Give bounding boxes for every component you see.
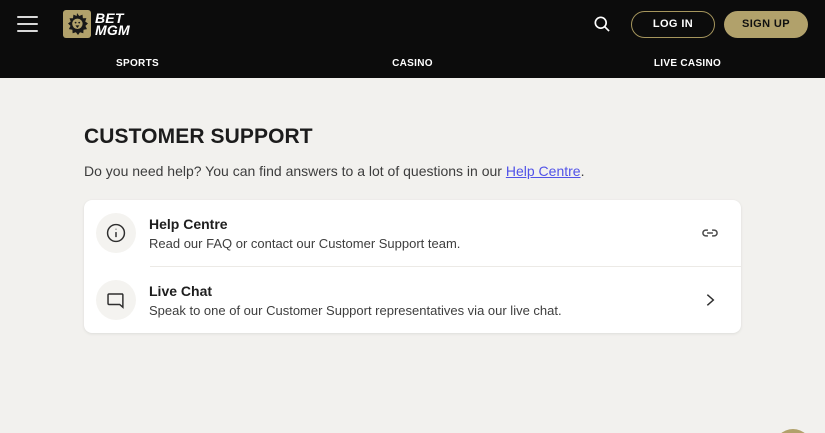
help-centre-description: Read our FAQ or contact our Customer Sup… (149, 235, 461, 251)
help-centre-row[interactable]: Help Centre Read our FAQ or contact our … (84, 200, 741, 266)
live-chat-text: Live Chat Speak to one of our Customer S… (149, 283, 699, 318)
page-title: CUSTOMER SUPPORT (84, 125, 313, 148)
login-button[interactable]: LOG IN (631, 10, 715, 38)
help-centre-title: Help Centre (149, 215, 228, 232)
live-chat-row[interactable]: Live Chat Speak to one of our Customer S… (84, 267, 741, 333)
top-header: BET MGM LOG IN SIGN UP SPORTS CASINO LIV… (0, 0, 825, 78)
nav-item-live-casino[interactable]: LIVE CASINO (550, 58, 825, 69)
floating-chat-button[interactable] (774, 429, 812, 433)
nav-item-casino[interactable]: CASINO (275, 58, 550, 69)
chevron-right-icon (699, 289, 721, 311)
link-icon (699, 222, 721, 244)
intro-text: Do you need help? You can find answers t… (84, 163, 741, 179)
logo-wordmark: BET MGM (95, 10, 130, 38)
support-options-card: Help Centre Read our FAQ or contact our … (84, 200, 741, 333)
intro-prefix: Do you need help? You can find answers t… (84, 163, 506, 179)
intro-suffix: . (580, 163, 585, 179)
info-icon (96, 213, 136, 253)
betmgm-logo[interactable]: BET MGM (63, 10, 130, 38)
main-nav: SPORTS CASINO LIVE CASINO (0, 48, 825, 78)
hamburger-menu-icon[interactable] (17, 16, 38, 32)
lion-logo-icon (63, 10, 91, 38)
signup-button[interactable]: SIGN UP (724, 10, 808, 38)
live-chat-title: Live Chat (149, 282, 213, 299)
nav-item-sports[interactable]: SPORTS (0, 58, 275, 69)
help-centre-link[interactable]: Help Centre (506, 163, 581, 179)
help-centre-text: Help Centre Read our FAQ or contact our … (149, 216, 699, 251)
live-chat-description: Speak to one of our Customer Support rep… (149, 302, 562, 318)
search-icon[interactable] (591, 13, 613, 35)
chat-bubble-icon (96, 280, 136, 320)
content-area: CUSTOMER SUPPORT Do you need help? You c… (0, 125, 825, 333)
header-top-row: BET MGM LOG IN SIGN UP (0, 0, 825, 48)
